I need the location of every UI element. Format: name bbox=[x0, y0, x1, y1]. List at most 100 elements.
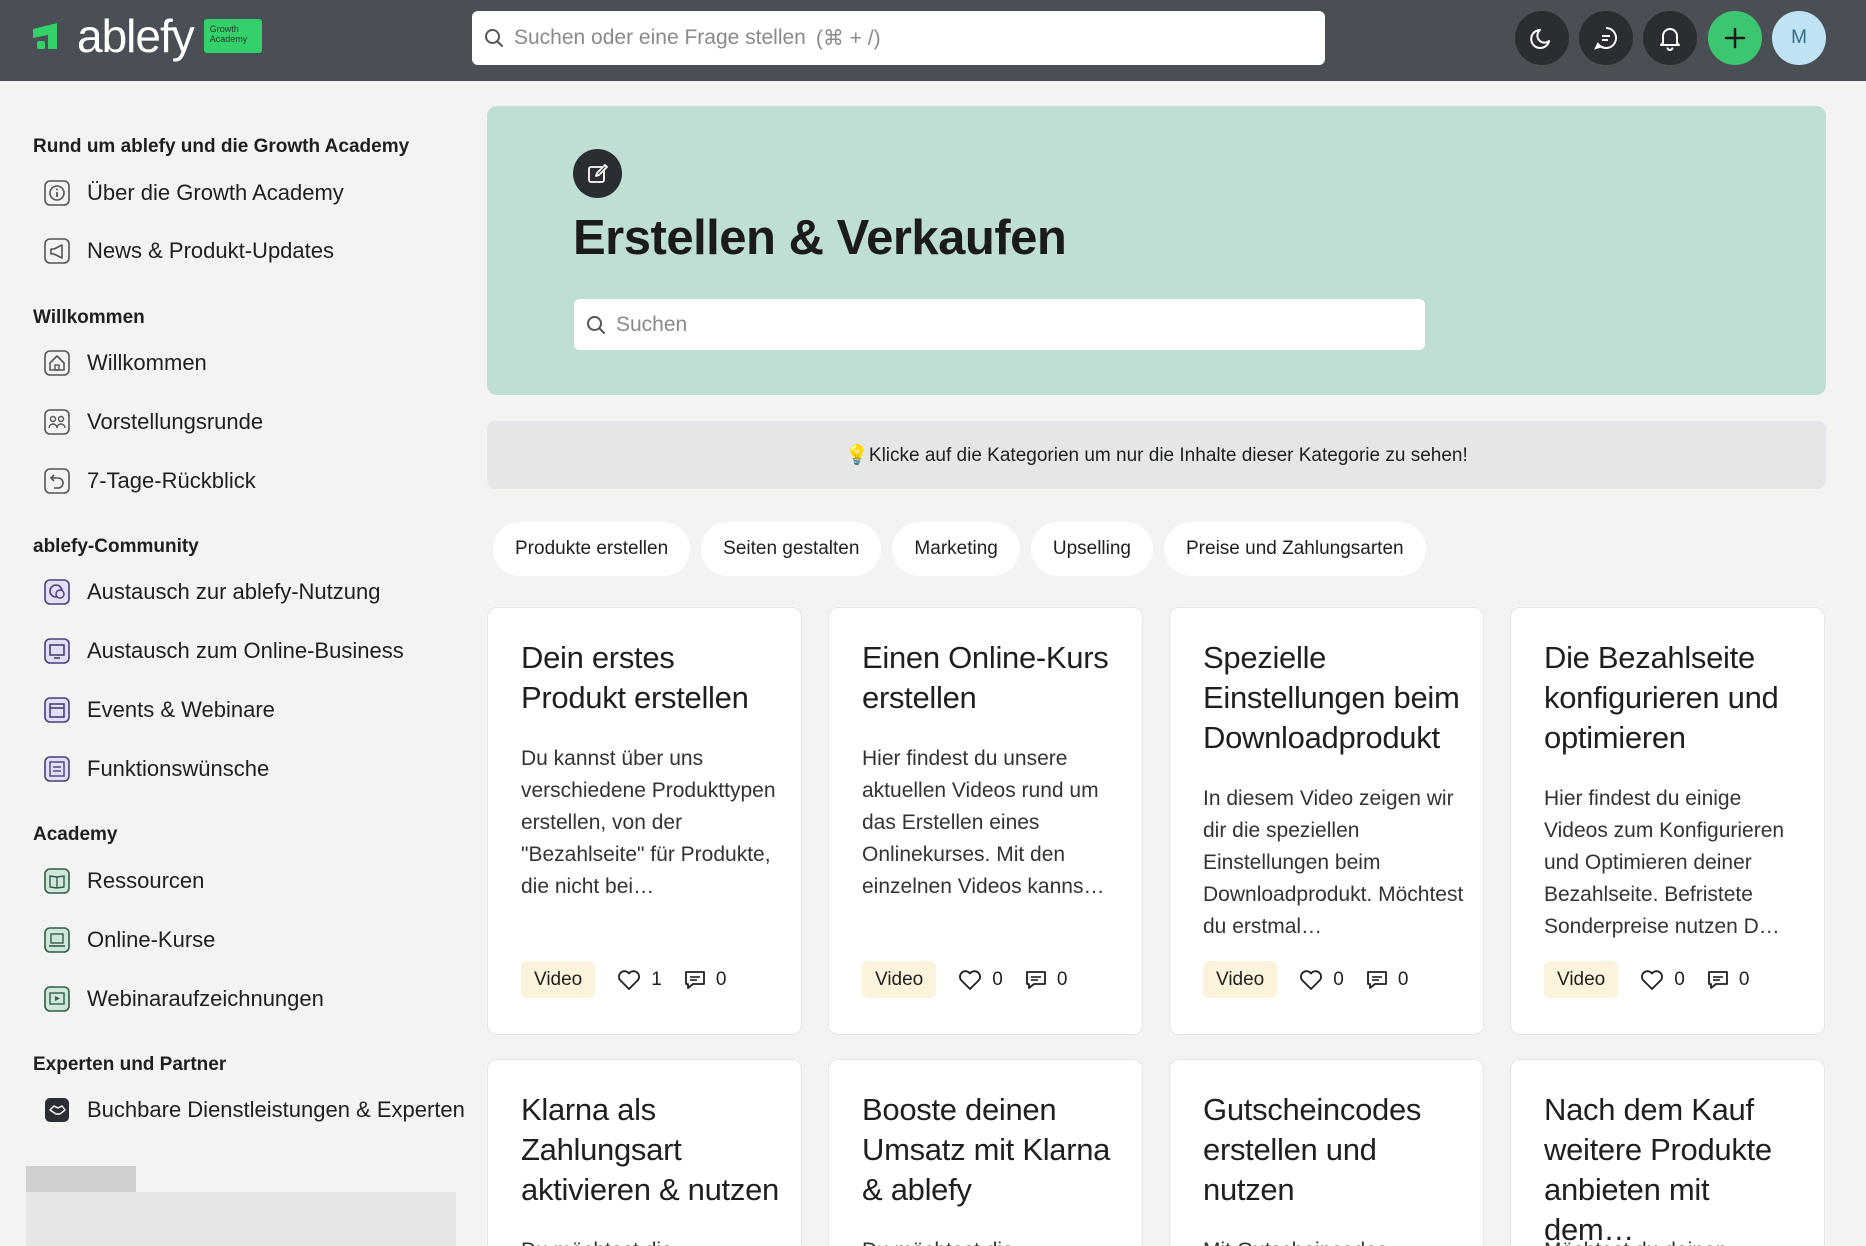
card-description: Du möchtest die… bbox=[862, 1235, 1124, 1246]
card-title: Gutscheincodes erstellen und nutzen bbox=[1203, 1092, 1422, 1207]
sidebar-item-label: Vorstellungsrunde bbox=[87, 409, 264, 434]
create-button[interactable] bbox=[1708, 11, 1762, 65]
like-count: 0 bbox=[992, 968, 1003, 990]
card-footer: Video 0 0 bbox=[1544, 961, 1771, 998]
global-search-input[interactable]: Suchen oder eine Frage stellen (⌘ + /) bbox=[472, 11, 1325, 65]
content-card[interactable]: Spezielle Einstellungen beim Downloadpro… bbox=[1169, 607, 1484, 1035]
hero-banner: Erstellen & Verkaufen Suchen bbox=[487, 106, 1826, 395]
sidebar-section-title: ablefy-Community bbox=[33, 536, 199, 557]
sidebar-item-funktionswuensche[interactable]: Funktionswünsche bbox=[42, 749, 269, 789]
sidebar-item-austausch-nutzung[interactable]: Austausch zur ablefy-Nutzung bbox=[42, 572, 381, 612]
search-shortcut: (⌘ + /) bbox=[815, 26, 881, 50]
sidebar-item-label: Buchbare Dienstleistungen & Experten bbox=[87, 1097, 465, 1122]
search-icon bbox=[485, 29, 503, 47]
card-description: Du kannst über uns verschiedene Produktt… bbox=[521, 747, 776, 898]
card-title: Einen Online-Kurs erstellen bbox=[862, 640, 1109, 715]
card-description: In diesem Video zeigen wir dir die spezi… bbox=[1203, 787, 1464, 938]
category-chip[interactable]: Produkte erstellen bbox=[493, 522, 691, 576]
sidebar-item-label: Ressourcen bbox=[87, 868, 205, 893]
laptop-icon bbox=[42, 925, 72, 955]
sidebar-item-events[interactable]: Events & Webinare bbox=[42, 690, 275, 730]
messages-button[interactable] bbox=[1579, 11, 1633, 65]
category-chip[interactable]: Marketing bbox=[892, 522, 1020, 576]
handshake-icon bbox=[42, 1095, 72, 1125]
sidebar-item-label: News & Produkt-Updates bbox=[87, 238, 334, 263]
sidebar-section-title: Rund um ablefy und die Growth Academy bbox=[33, 136, 410, 157]
card-footer: Video 1 0 bbox=[521, 961, 748, 998]
content-card[interactable]: Dein erstes Produkt erstellen Du kannst … bbox=[487, 607, 802, 1035]
card-description: Du möchtest die… bbox=[521, 1235, 783, 1246]
sidebar-item-label: Austausch zum Online-Business bbox=[87, 638, 404, 663]
sidebar-section-title: Willkommen bbox=[33, 307, 145, 328]
content-card[interactable]: Einen Online-Kurs erstellen Hier findest… bbox=[828, 607, 1143, 1035]
heart-icon bbox=[618, 969, 641, 990]
comments-button[interactable]: 0 bbox=[1025, 969, 1067, 991]
content-card[interactable]: Booste deinen Umsatz mit Klarna & ablefy… bbox=[828, 1059, 1143, 1246]
brand-badge-line2: Academy bbox=[209, 34, 248, 44]
sidebar-item-label: Online-Kurse bbox=[87, 927, 216, 952]
comments-button[interactable]: 0 bbox=[1366, 968, 1409, 991]
notifications-button[interactable] bbox=[1643, 11, 1697, 65]
comment-icon bbox=[684, 970, 705, 989]
category-chip[interactable]: Seiten gestalten bbox=[701, 522, 882, 576]
sidebar-item-dienstleistungen[interactable]: Buchbare Dienstleistungen & Experten bbox=[42, 1090, 465, 1130]
search-placeholder: Suchen bbox=[616, 312, 688, 336]
sidebar-item-news[interactable]: News & Produkt-Updates bbox=[42, 231, 334, 271]
like-count: 0 bbox=[1333, 968, 1344, 990]
page-title: Erstellen & Verkaufen bbox=[573, 211, 1067, 265]
content-card[interactable]: Nach dem Kauf weitere Produkte anbieten … bbox=[1510, 1059, 1825, 1246]
comment-icon bbox=[1025, 970, 1046, 989]
brand-badge: Growth Academy bbox=[203, 19, 262, 53]
user-avatar[interactable]: M bbox=[1772, 11, 1826, 65]
comment-icon bbox=[1707, 970, 1728, 989]
card-title: Spezielle Einstellungen beim Downloadpro… bbox=[1203, 640, 1460, 755]
heart-icon bbox=[959, 969, 982, 990]
content-card[interactable]: Klarna als Zahlungsart aktivieren & nutz… bbox=[487, 1059, 802, 1246]
sidebar-item-label: Funktionswünsche bbox=[87, 756, 270, 781]
brand-logo[interactable]: ablefy Growth Academy bbox=[31, 10, 262, 62]
category-chip[interactable]: Preise und Zahlungsarten bbox=[1164, 522, 1426, 576]
brand-badge-line1: Growth bbox=[209, 24, 239, 34]
chat-icon bbox=[1594, 27, 1617, 50]
heart-icon bbox=[1300, 969, 1323, 990]
ablefy-logo-icon bbox=[31, 19, 65, 53]
card-title: Booste deinen Umsatz mit Klarna & ablefy bbox=[862, 1092, 1111, 1207]
card-title: Nach dem Kauf weitere Produkte anbieten … bbox=[1544, 1092, 1772, 1246]
hint-banner: 💡Klicke auf die Kategorien um nur die In… bbox=[487, 421, 1826, 489]
undo-icon bbox=[42, 466, 72, 496]
sidebar-section-title: Experten und Partner bbox=[33, 1054, 227, 1075]
list-icon bbox=[42, 754, 72, 784]
dark-mode-button[interactable] bbox=[1515, 11, 1569, 65]
sidebar-item-willkommen[interactable]: Willkommen bbox=[42, 343, 207, 383]
brand-name: ablefy bbox=[77, 10, 195, 62]
space-search-input[interactable]: Suchen bbox=[574, 299, 1425, 350]
comments-button[interactable]: 0 bbox=[684, 968, 727, 991]
comment-count: 0 bbox=[1397, 968, 1409, 990]
category-chip[interactable]: Upselling bbox=[1030, 522, 1153, 576]
bell-icon bbox=[1660, 28, 1680, 51]
edit-icon bbox=[573, 149, 622, 198]
sidebar-item-austausch-business[interactable]: Austausch zum Online-Business bbox=[42, 631, 404, 671]
comments-button[interactable]: 0 bbox=[1707, 969, 1749, 991]
sidebar-item-online-kurse[interactable]: Online-Kurse bbox=[42, 920, 215, 960]
sidebar-item-vorstellungsrunde[interactable]: Vorstellungsrunde bbox=[42, 402, 263, 442]
like-button[interactable]: 0 bbox=[1640, 969, 1685, 991]
card-title: Klarna als Zahlungsart aktivieren & nutz… bbox=[521, 1092, 779, 1207]
play-icon bbox=[42, 984, 72, 1014]
sidebar-item-label: Events & Webinare bbox=[87, 697, 275, 722]
card-footer: Video 0 0 bbox=[1203, 961, 1430, 998]
sidebar-item-growth-academy[interactable]: Über die Growth Academy bbox=[42, 173, 344, 213]
content-type-badge: Video bbox=[1544, 961, 1619, 998]
like-button[interactable]: 0 bbox=[1299, 969, 1344, 991]
like-button[interactable]: 1 bbox=[617, 969, 662, 991]
content-type-badge: Video bbox=[862, 961, 937, 998]
sidebar-item-webinaraufzeichnungen[interactable]: Webinaraufzeichnungen bbox=[42, 979, 324, 1019]
like-button[interactable]: 0 bbox=[958, 969, 1003, 991]
content-card[interactable]: Die Bezahlseite konfigurieren und optimi… bbox=[1510, 607, 1825, 1035]
comment-count: 0 bbox=[715, 968, 727, 990]
sidebar-item-rueckblick[interactable]: 7-Tage-Rückblick bbox=[42, 461, 256, 501]
moon-icon bbox=[1530, 29, 1550, 49]
content-card[interactable]: Gutscheincodes erstellen und nutzen Mit … bbox=[1169, 1059, 1484, 1246]
sidebar-item-label: 7-Tage-Rückblick bbox=[87, 468, 256, 493]
sidebar-item-ressourcen[interactable]: Ressourcen bbox=[42, 861, 204, 901]
